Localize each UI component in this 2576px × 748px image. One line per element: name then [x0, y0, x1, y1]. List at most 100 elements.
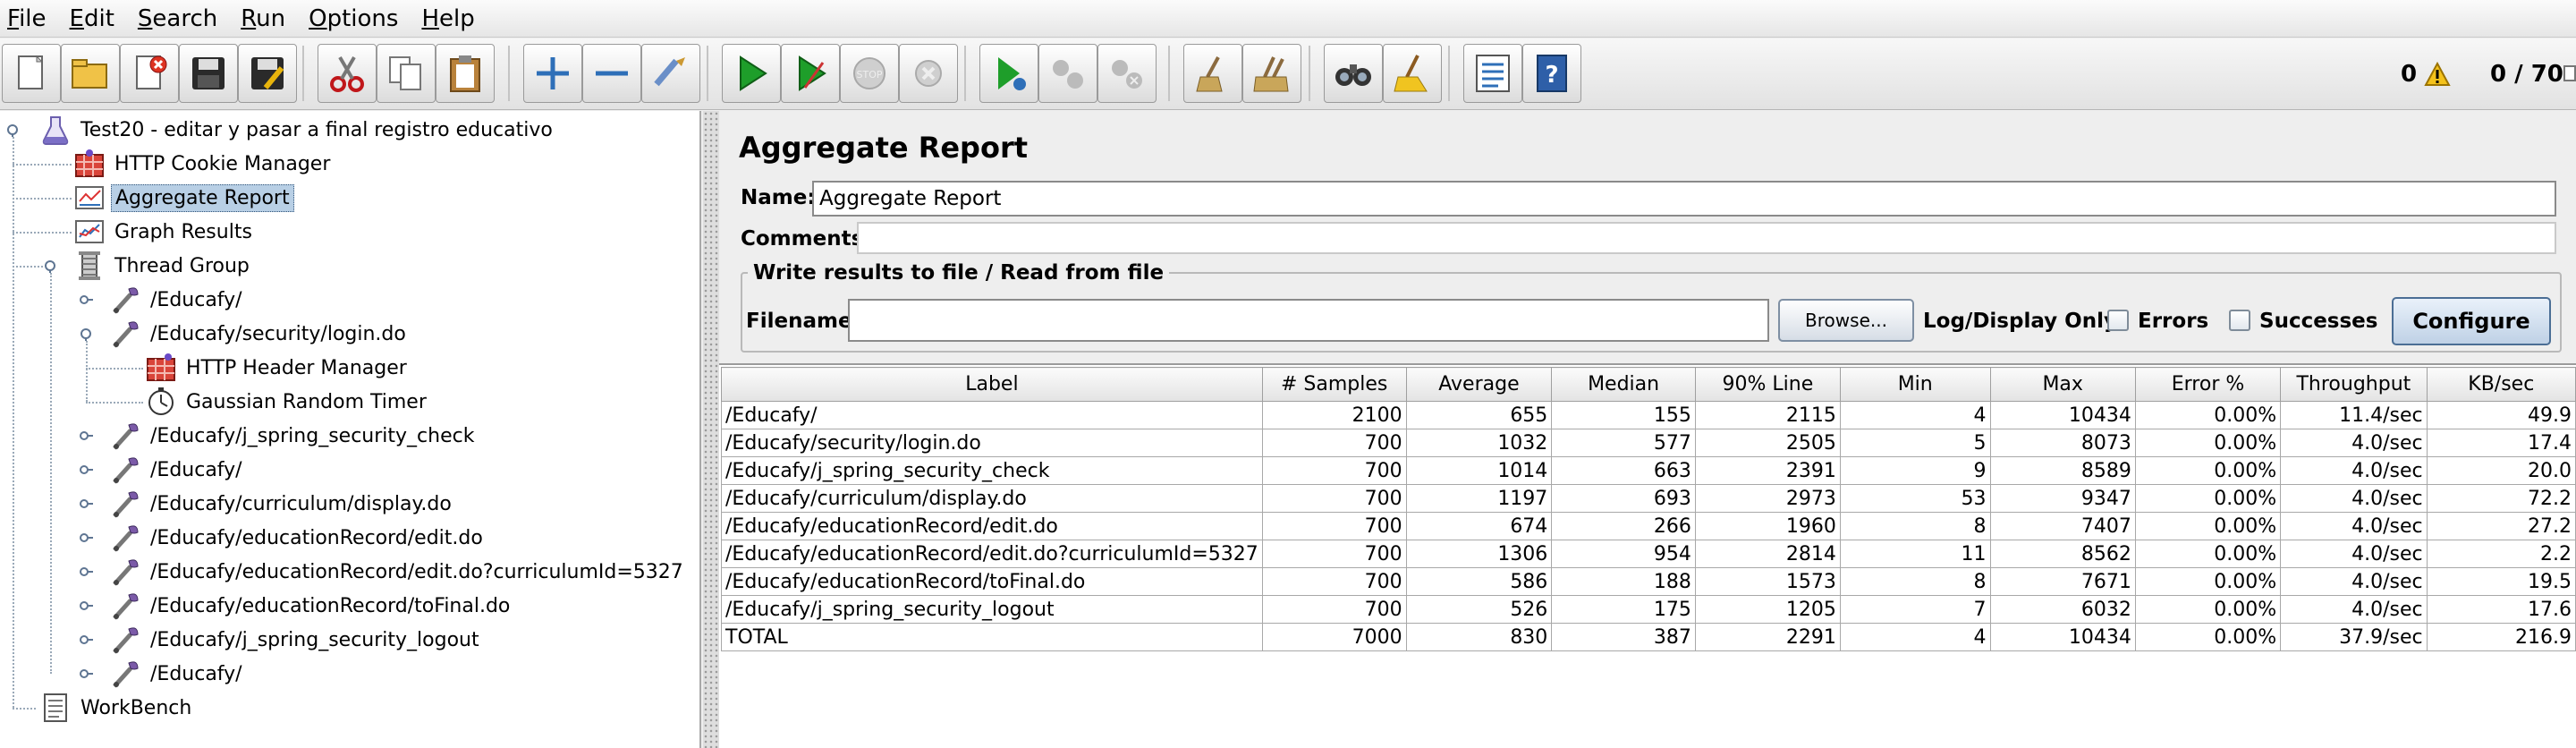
tree-expanded-handle-icon[interactable] [5, 123, 20, 137]
menu-search[interactable]: Search [136, 0, 230, 38]
tree-item[interactable]: Aggregate Report [73, 181, 294, 215]
table-cell: 700 [1261, 567, 1407, 596]
cut-button[interactable] [318, 44, 377, 103]
column-header[interactable]: # Samples [1261, 367, 1407, 402]
help-button[interactable]: ? [1522, 44, 1581, 103]
name-field[interactable]: Aggregate Report [812, 181, 2556, 217]
reset-search-button[interactable] [1383, 44, 1442, 103]
errors-checkbox[interactable] [2107, 310, 2129, 331]
column-header[interactable]: Average [1405, 367, 1553, 402]
close-button[interactable] [120, 44, 179, 103]
tree-item[interactable]: /Educafy/j_spring_security_logout [109, 623, 483, 657]
column-header[interactable]: 90% Line [1694, 367, 1841, 402]
tree-collapsed-handle-icon[interactable] [79, 463, 93, 477]
remote-stop-button[interactable] [1038, 44, 1097, 103]
table-row[interactable]: /Educafy/educationRecord/edit.do 700 674 26… [721, 512, 2576, 540]
tree-item[interactable]: Graph Results [73, 215, 256, 249]
configure-button[interactable]: Configure [2392, 297, 2551, 345]
collapse-button[interactable] [582, 44, 641, 103]
expand-button[interactable] [523, 44, 582, 103]
tree-item[interactable]: Thread Group [73, 249, 253, 283]
write-results-legend: Write results to file / Read from file [748, 261, 1170, 285]
tree-item[interactable]: /Educafy/ [109, 657, 246, 691]
tree-item[interactable]: /Educafy/j_spring_security_check [109, 419, 478, 453]
tree-item[interactable]: WorkBench [39, 691, 195, 725]
menu-file[interactable]: File [5, 0, 59, 38]
tree-collapsed-handle-icon[interactable] [79, 667, 93, 681]
tree-connector [86, 402, 143, 404]
table-row[interactable]: /Educafy/j_spring_security_logout 700 526 1… [721, 595, 2576, 624]
start-no-pauses-icon [799, 55, 826, 91]
error-count-indicator[interactable]: 0 [2401, 58, 2451, 90]
menu-help[interactable]: Help [419, 0, 487, 38]
menu-edit[interactable]: Edit [68, 0, 127, 38]
table-row[interactable]: TOTAL 7000 830 387 2291 4 10434 0.00% 37.9/sec 21… [721, 623, 2576, 651]
column-header[interactable]: KB/sec [2426, 367, 2576, 402]
remote-start-button[interactable] [979, 44, 1038, 103]
header-manager-icon [147, 353, 175, 381]
tree-item-label: /Educafy/ [150, 288, 242, 311]
table-cell: 1960 [1694, 512, 1841, 540]
table-row[interactable]: /Educafy/j_spring_security_check 700 1014 6… [721, 456, 2576, 485]
shutdown-button[interactable] [899, 44, 958, 103]
tree-expanded-handle-icon[interactable] [43, 259, 57, 273]
table-cell: 674 [1405, 512, 1553, 540]
tree-collapsed-handle-icon[interactable] [79, 565, 93, 579]
comments-field[interactable] [857, 222, 2556, 254]
start-button[interactable] [722, 44, 781, 103]
table-cell: 387 [1551, 623, 1696, 651]
tree-item[interactable]: HTTP Cookie Manager [73, 147, 334, 181]
column-header[interactable]: Median [1551, 367, 1696, 402]
column-header[interactable]: Min [1839, 367, 1991, 402]
menu-options[interactable]: Options [307, 0, 411, 38]
tree-item[interactable]: /Educafy/security/login.do [109, 317, 410, 351]
tree-item[interactable]: /Educafy/ [109, 453, 246, 487]
tree-collapsed-handle-icon[interactable] [79, 293, 93, 307]
table-row[interactable]: /Educafy/educationRecord/toFinal.do 700 58… [721, 567, 2576, 596]
copy-button[interactable] [377, 44, 436, 103]
search-button[interactable] [1324, 44, 1383, 103]
tree-item[interactable]: /Educafy/educationRecord/edit.do [109, 521, 487, 555]
stop-button[interactable]: STOP [840, 44, 899, 103]
split-pane-divider[interactable] [703, 111, 719, 748]
table-row[interactable]: /Educafy/2100 655 155 2115 4 10434 0.00% 11.4/s… [721, 401, 2576, 429]
column-header[interactable]: Label [721, 367, 1263, 402]
toggle-button[interactable] [641, 44, 700, 103]
column-header[interactable]: Throughput [2280, 367, 2428, 402]
clear-button[interactable] [1183, 44, 1242, 103]
open-button[interactable] [61, 44, 120, 103]
tree-item[interactable]: /Educafy/curriculum/display.do [109, 487, 455, 521]
table-row[interactable]: /Educafy/educationRecord/edit.do?curricu… [721, 540, 2576, 568]
remote-shutdown-button[interactable] [1097, 44, 1157, 103]
column-header[interactable]: Max [1989, 367, 2136, 402]
new-button[interactable] [2, 44, 61, 103]
tree-collapsed-handle-icon[interactable] [79, 429, 93, 443]
tree-collapsed-handle-icon[interactable] [79, 531, 93, 545]
table-row[interactable]: /Educafy/security/login.do 700 1032 577 2505… [721, 429, 2576, 457]
function-helper-button[interactable] [1463, 44, 1522, 103]
save-button[interactable] [179, 44, 238, 103]
column-header[interactable]: Error % [2134, 367, 2282, 402]
filename-field[interactable] [848, 299, 1769, 342]
menu-run[interactable]: Run [239, 0, 298, 38]
paste-button[interactable] [436, 44, 495, 103]
tree-collapsed-handle-icon[interactable] [79, 497, 93, 511]
table-row[interactable]: /Educafy/curriculum/display.do 700 1197 693… [721, 484, 2576, 513]
test-plan-tree[interactable]: Test20 - editar y pasar a final registro… [0, 111, 701, 748]
table-cell: 4.0/sec [2280, 512, 2428, 540]
tree-collapsed-handle-icon[interactable] [79, 633, 93, 647]
start-no-pauses-button[interactable] [781, 44, 840, 103]
tree-item-label: /Educafy/security/login.do [150, 322, 406, 345]
tree-expanded-handle-icon[interactable] [79, 327, 93, 341]
tree-collapsed-handle-icon[interactable] [79, 599, 93, 613]
tree-item[interactable]: Test20 - editar y pasar a final registro… [39, 113, 556, 147]
clear-all-button[interactable] [1242, 44, 1301, 103]
successes-checkbox[interactable] [2229, 310, 2250, 331]
browse-button[interactable]: Browse... [1778, 299, 1914, 342]
tree-item[interactable]: HTTP Header Manager [145, 351, 411, 385]
save-as-button[interactable] [238, 44, 297, 103]
tree-item[interactable]: /Educafy/educationRecord/edit.do?curricu… [109, 555, 687, 589]
tree-item[interactable]: /Educafy/educationRecord/toFinal.do [109, 589, 513, 623]
tree-item[interactable]: /Educafy/ [109, 283, 246, 317]
tree-item[interactable]: Gaussian Random Timer [145, 385, 430, 419]
